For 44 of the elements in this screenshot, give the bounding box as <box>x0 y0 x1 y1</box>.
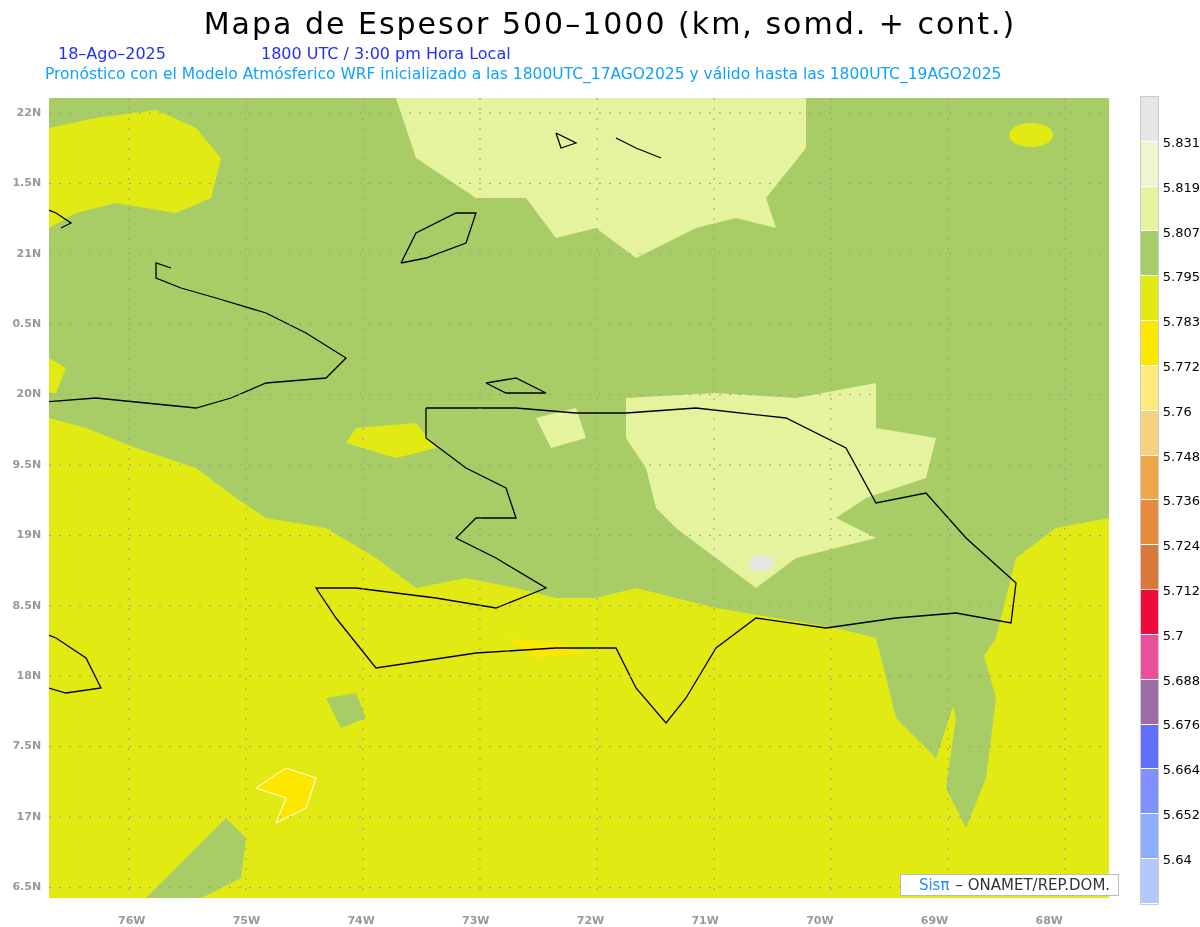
forecast-description: Pronóstico con el Modelo Atmósferico WRF inicializado a las 1800UTC_17AGO2025 y válido hasta las 1800UTC_19AGO2025 <box>44 64 1003 84</box>
latitude-label: 18N <box>16 668 43 683</box>
legend-value: 5.7 <box>1162 626 1185 645</box>
latitude-label: 22N <box>16 106 43 120</box>
longitude-label: 73W <box>462 914 491 927</box>
forecast-date: 18–Ago–2025 <box>58 44 166 64</box>
latitude-label: 21N <box>16 246 43 261</box>
latitude-label: 17N <box>16 809 43 824</box>
legend-value: 5.783 <box>1162 313 1200 332</box>
longitude-label: 75W <box>232 914 262 927</box>
legend-value: 5.76 <box>1162 402 1193 421</box>
longitude-label: 71W <box>691 914 720 927</box>
legend-value: 5.676 <box>1162 716 1200 735</box>
legend-value: 5.772 <box>1162 358 1200 376</box>
longitude-label: 70W <box>806 914 835 927</box>
forecast-time: 1800 UTC / 3:00 pm Hora Local <box>260 44 511 64</box>
longitude-label: 69W <box>920 914 950 927</box>
legend-value: 5.748 <box>1162 447 1200 466</box>
latitude-label: 1.5N <box>12 176 43 191</box>
longitude-label: 68W <box>1035 914 1064 927</box>
legend-value: 5.807 <box>1162 223 1200 242</box>
map-title: Mapa de Espesor 500–1000 (km, somd. + cont.) <box>202 5 1018 43</box>
latitude-label: 20N <box>16 387 43 402</box>
legend-value: 5.831 <box>1162 134 1200 152</box>
legend-value: 5.819 <box>1162 178 1200 197</box>
legend-value: 5.664 <box>1162 761 1200 780</box>
longitude-label: 72W <box>576 914 606 927</box>
brand-label: Sisπ <box>918 876 950 894</box>
longitude-label: 74W <box>347 914 376 927</box>
legend-value: 5.724 <box>1162 537 1200 556</box>
legend-value: 5.64 <box>1162 850 1193 869</box>
longitude-label: 76W <box>118 914 147 927</box>
legend-value: 5.652 <box>1162 805 1200 824</box>
latitude-label: 7.5N <box>12 739 43 754</box>
legend-value: 5.688 <box>1162 671 1200 690</box>
latitude-label: 8.5N <box>12 598 43 613</box>
latitude-label: 9.5N <box>12 457 43 472</box>
credit-label: – ONAMET/REP.DOM. <box>955 876 1111 894</box>
latitude-label: 6.5N <box>12 879 43 894</box>
latitude-label: 19N <box>16 528 43 543</box>
legend-value: 5.795 <box>1162 268 1200 287</box>
legend-value: 5.712 <box>1162 581 1200 600</box>
legend-value: 5.736 <box>1162 492 1200 511</box>
latitude-label: 0.5N <box>12 317 43 332</box>
